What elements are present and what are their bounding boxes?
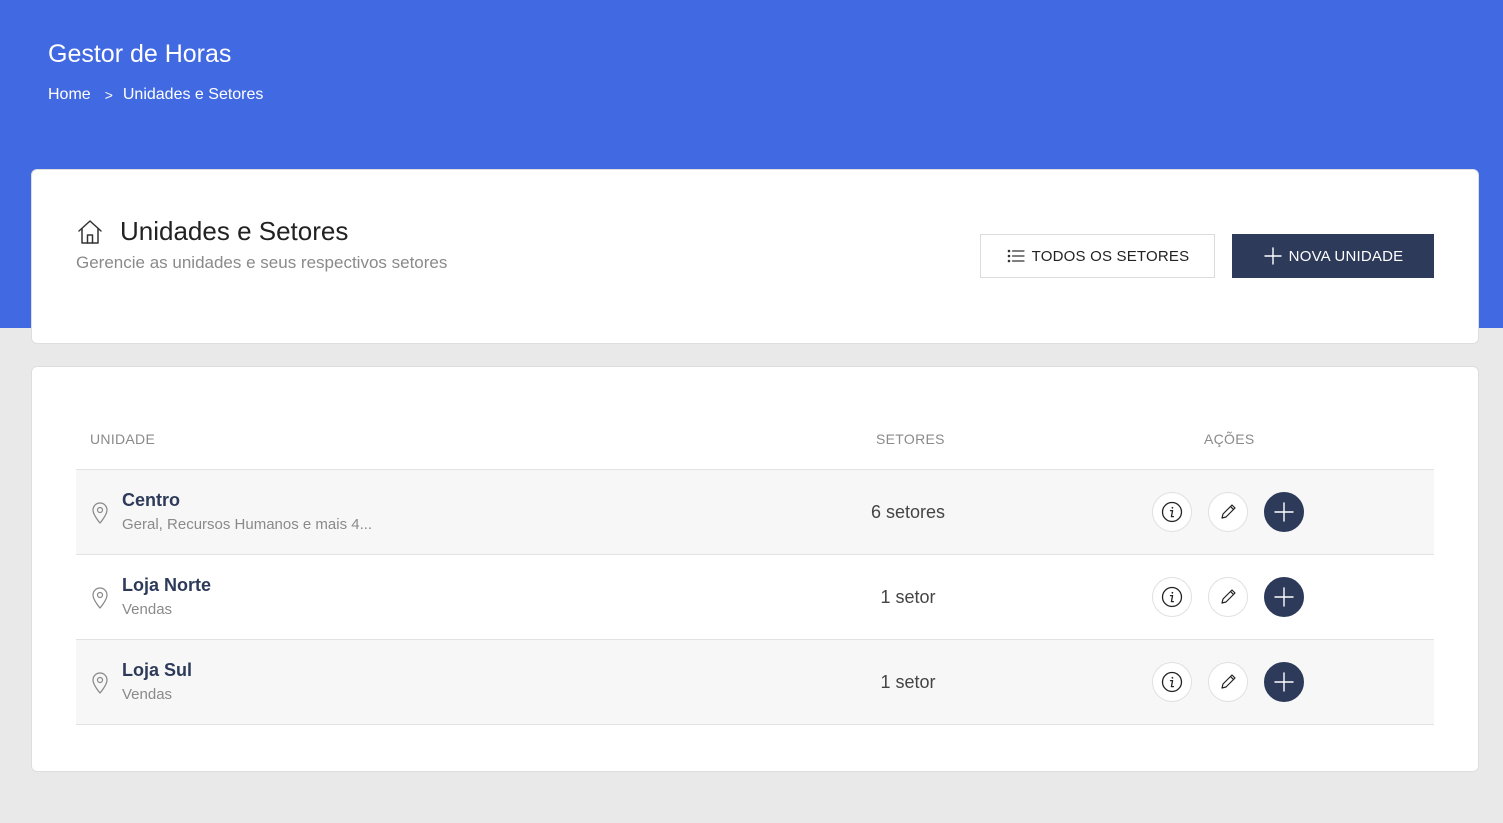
sector-count: 1 setor (880, 672, 936, 692)
column-header-actions: AÇÕES (1204, 431, 1255, 447)
units-table-body: Centro Geral, Recursos Humanos e mais 4.… (76, 469, 1434, 725)
info-button[interactable] (1152, 492, 1192, 532)
pencil-icon (1218, 502, 1238, 522)
unit-sectors-list: Vendas (122, 686, 173, 703)
breadcrumb-home-link[interactable]: Home (48, 86, 91, 104)
table-row: Centro Geral, Recursos Humanos e mais 4.… (76, 470, 1434, 555)
edit-button[interactable] (1208, 492, 1248, 532)
plus-icon (1273, 586, 1295, 608)
unit-sectors-list: Vendas (122, 601, 173, 618)
units-table-card: UNIDADE SETORES AÇÕES Centro Geral, Recu… (31, 366, 1479, 772)
new-unit-label: NOVA UNIDADE (1288, 247, 1404, 265)
location-pin-icon (90, 586, 110, 610)
page-subtitle: Gerencie as unidades e seus respectivos … (76, 253, 448, 272)
add-sector-button[interactable] (1264, 577, 1304, 617)
pencil-icon (1218, 672, 1238, 692)
location-pin-icon (90, 671, 110, 695)
unit-name: Centro (122, 490, 180, 510)
all-sectors-button[interactable]: TODOS OS SETORES (980, 234, 1215, 278)
sector-count: 1 setor (880, 587, 936, 607)
column-header-sectors: SETORES (876, 431, 945, 447)
page-title: Unidades e Setores (120, 216, 349, 246)
table-row: Loja Norte Vendas 1 setor (76, 555, 1434, 640)
app-title: Gestor de Horas (48, 40, 232, 68)
sector-count: 6 setores (870, 502, 946, 522)
info-icon (1161, 671, 1183, 693)
info-button[interactable] (1152, 577, 1192, 617)
table-row: Loja Sul Vendas 1 setor (76, 640, 1434, 725)
unit-sectors-list: Geral, Recursos Humanos e mais 4... (122, 516, 373, 533)
column-header-unit: UNIDADE (90, 431, 156, 447)
page-header-card: Unidades e Setores Gerencie as unidades … (31, 169, 1479, 344)
add-sector-button[interactable] (1264, 662, 1304, 702)
edit-button[interactable] (1208, 662, 1248, 702)
info-icon (1161, 501, 1183, 523)
add-sector-button[interactable] (1264, 492, 1304, 532)
plus-icon (1273, 501, 1295, 523)
home-icon (76, 218, 104, 246)
breadcrumb: Home > Unidades e Setores (48, 86, 263, 104)
info-button[interactable] (1152, 662, 1192, 702)
location-pin-icon (90, 501, 110, 525)
all-sectors-label: TODOS OS SETORES (1031, 247, 1190, 265)
plus-icon (1273, 671, 1295, 693)
info-icon (1161, 586, 1183, 608)
unit-name: Loja Sul (122, 660, 193, 680)
pencil-icon (1218, 587, 1238, 607)
plus-icon (1263, 246, 1283, 266)
new-unit-button[interactable]: NOVA UNIDADE (1232, 234, 1434, 278)
breadcrumb-separator: > (104, 87, 113, 103)
list-icon (1006, 246, 1026, 266)
edit-button[interactable] (1208, 577, 1248, 617)
unit-name: Loja Norte (122, 575, 212, 595)
breadcrumb-current: Unidades e Setores (122, 86, 264, 103)
page-title-row: Unidades e Setores (76, 216, 348, 247)
